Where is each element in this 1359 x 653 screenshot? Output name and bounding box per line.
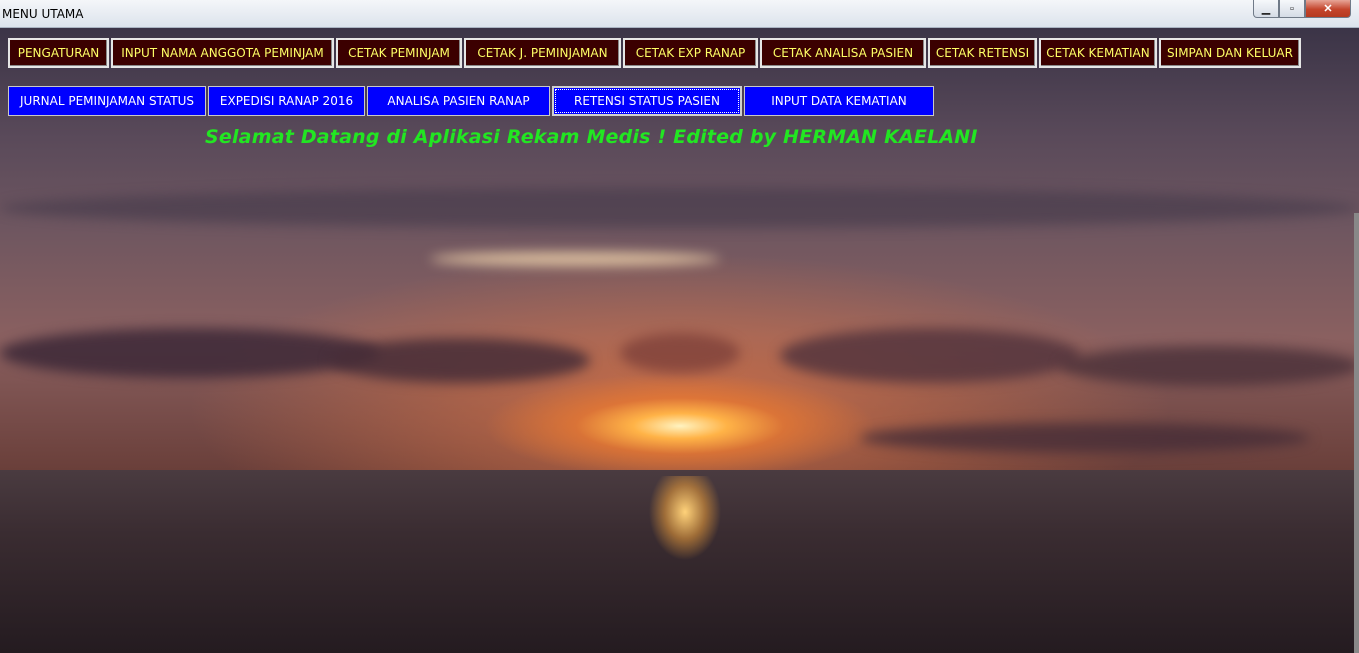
cloud — [1060, 346, 1359, 386]
input-nama-anggota-peminjam-button[interactable]: INPUT NAMA ANGGOTA PEMINJAM — [111, 38, 334, 68]
cetak-kematian-button[interactable]: CETAK KEMATIAN — [1039, 38, 1157, 68]
jurnal-peminjaman-status-button[interactable]: JURNAL PEMINJAMAN STATUS — [8, 86, 206, 116]
window-titlebar: MENU UTAMA ▁ ▫ ✕ — [0, 0, 1359, 28]
cloud — [430, 252, 720, 266]
window-title: MENU UTAMA — [2, 7, 84, 21]
pengaturan-button[interactable]: PENGATURAN — [8, 38, 109, 68]
input-data-kematian-button[interactable]: INPUT DATA KEMATIAN — [744, 86, 934, 116]
cetak-peminjam-button[interactable]: CETAK PEMINJAM — [336, 38, 462, 68]
cloud — [330, 338, 590, 383]
background-image — [0, 28, 1359, 653]
cetak-retensi-button[interactable]: CETAK RETENSI — [928, 38, 1037, 68]
welcome-message: Selamat Datang di Aplikasi Rekam Medis !… — [205, 126, 978, 148]
cloud — [620, 333, 740, 373]
window-controls: ▁ ▫ ✕ — [1253, 0, 1351, 18]
minimize-button[interactable]: ▁ — [1253, 0, 1279, 18]
cloud — [860, 423, 1310, 453]
cloud — [0, 188, 1359, 228]
cetak-j-peminjaman-button[interactable]: CETAK J. PEMINJAMAN — [464, 38, 621, 68]
simpan-dan-keluar-button[interactable]: SIMPAN DAN KELUAR — [1159, 38, 1301, 68]
cetak-exp-ranap-button[interactable]: CETAK EXP RANAP — [623, 38, 758, 68]
scrollbar-strip — [1354, 213, 1359, 653]
cetak-analisa-pasien-button[interactable]: CETAK ANALISA PASIEN — [760, 38, 926, 68]
retensi-status-pasien-button[interactable]: RETENSI STATUS PASIEN — [552, 86, 742, 116]
analisa-pasien-ranap-button[interactable]: ANALISA PASIEN RANAP — [367, 86, 550, 116]
maximize-button[interactable]: ▫ — [1279, 0, 1305, 18]
expedisi-ranap-2016-button[interactable]: EXPEDISI RANAP 2016 — [208, 86, 365, 116]
cloud — [780, 328, 1080, 383]
close-button[interactable]: ✕ — [1305, 0, 1351, 18]
sun-reflection — [640, 476, 730, 596]
cloud — [0, 328, 380, 378]
